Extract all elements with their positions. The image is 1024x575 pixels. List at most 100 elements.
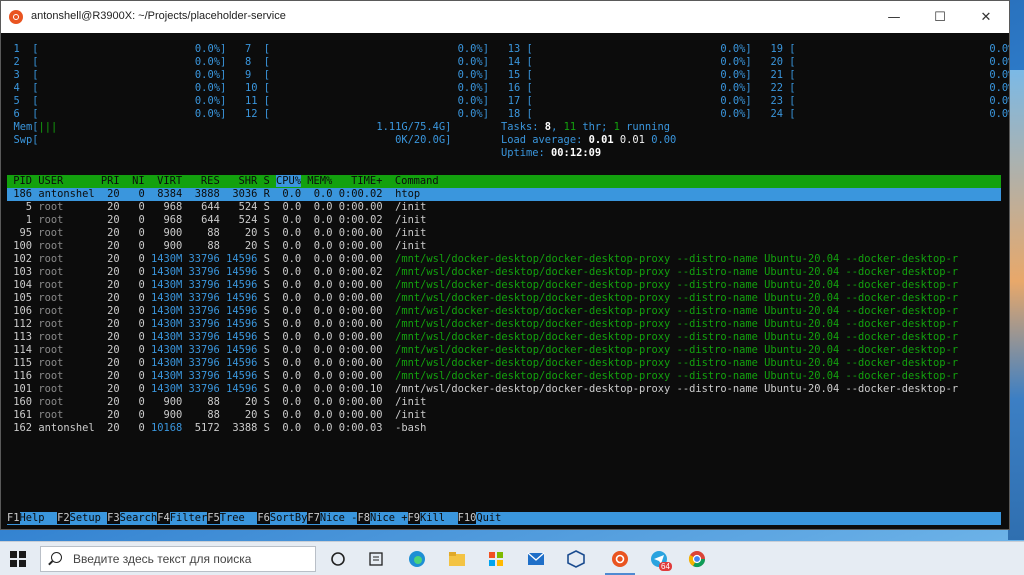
process-row[interactable]: 1 root 20 0 968 644 524 S 0.0 0.0 0:00.0…	[7, 214, 427, 227]
function-key[interactable]: F9	[407, 512, 421, 524]
tasks-sep: ,	[551, 121, 564, 133]
function-key-label[interactable]: SortBy	[270, 512, 308, 524]
process-row[interactable]: 116 root 20 0 1430M 33796 14596 S 0.0 0.…	[7, 370, 958, 383]
cpu-cell: 0.0	[282, 240, 302, 252]
process-row[interactable]: 186 antonshel 20 0 8384 3888 3036 R 0.0 …	[7, 188, 420, 201]
function-key-label[interactable]: Nice -	[320, 512, 358, 524]
edge-browser-icon[interactable]	[408, 550, 426, 568]
minimize-button[interactable]: —	[871, 1, 917, 33]
function-key[interactable]: F8	[357, 512, 370, 524]
mail-icon[interactable]	[527, 550, 545, 568]
taskbar-search[interactable]: Введите здесь текст для поиска	[40, 546, 316, 572]
function-key-label[interactable]: Filter	[170, 512, 208, 524]
shr-cell: 14596	[226, 331, 258, 343]
load-15: 0.00	[651, 134, 677, 146]
process-row[interactable]: 101 root 20 0 1430M 33796 14596 S 0.0 0.…	[7, 383, 958, 396]
task-view-icon[interactable]	[329, 550, 347, 568]
pid-cell: 161	[13, 409, 33, 421]
process-row[interactable]: 161 root 20 0 900 88 20 S 0.0 0.0 0:00.0…	[7, 409, 426, 422]
function-key[interactable]: F5	[207, 512, 220, 524]
window-title: antonshell@R3900X: ~/Projects/placeholde…	[31, 10, 286, 22]
function-key[interactable]: F7	[307, 512, 320, 524]
header-cpu-column[interactable]: CPU%	[276, 175, 302, 187]
process-row[interactable]: 115 root 20 0 1430M 33796 14596 S 0.0 0.…	[7, 357, 958, 370]
cpu-cell: 0.0	[282, 292, 302, 304]
pid-cell: 103	[13, 266, 33, 278]
function-key-label[interactable]: Search	[120, 512, 158, 524]
function-key[interactable]: F6	[257, 512, 270, 524]
process-row[interactable]: 113 root 20 0 1430M 33796 14596 S 0.0 0.…	[7, 331, 958, 344]
mem-cell: 0.0	[313, 344, 333, 356]
function-key-label[interactable]: Help	[20, 512, 58, 524]
header-columns-rest[interactable]: MEM% TIME+ Command	[301, 175, 438, 187]
function-key-label[interactable]: Quit	[476, 512, 501, 524]
function-key-label[interactable]: Setup	[70, 512, 108, 524]
function-key-label[interactable]: Nice +	[370, 512, 408, 524]
res-cell: 33796	[188, 266, 220, 278]
user-cell: root	[38, 279, 64, 291]
header-columns[interactable]: PID USER PRI NI VIRT RES SHR S	[7, 175, 276, 187]
process-row[interactable]: 105 root 20 0 1430M 33796 14596 S 0.0 0.…	[7, 292, 958, 305]
process-row[interactable]: 103 root 20 0 1430M 33796 14596 S 0.0 0.…	[7, 266, 958, 279]
command-cell: /mnt/wsl/docker-desktop/docker-desktop-p…	[395, 318, 959, 330]
pri-cell: 20	[107, 227, 120, 239]
process-row[interactable]: 5 root 20 0 968 644 524 S 0.0 0.0 0:00.0…	[7, 201, 427, 214]
process-row[interactable]: 112 root 20 0 1430M 33796 14596 S 0.0 0.…	[7, 318, 958, 331]
process-row[interactable]: 102 root 20 0 1430M 33796 14596 S 0.0 0.…	[7, 253, 958, 266]
terminal-area[interactable]: 1 [ 0.0%] 7 [ 0.0%] 13 [ 0.0%] 19 [ 0.0%…	[1, 33, 1009, 529]
time-cell: 0:00.03	[338, 422, 383, 434]
title-bar[interactable]: antonshell@R3900X: ~/Projects/placeholde…	[1, 1, 1009, 33]
file-explorer-icon[interactable]	[448, 550, 466, 568]
process-row[interactable]: 114 root 20 0 1430M 33796 14596 S 0.0 0.…	[7, 344, 958, 357]
pri-cell: 20	[107, 266, 120, 278]
user-cell: root	[38, 318, 64, 330]
maximize-button[interactable]: ☐	[917, 1, 963, 33]
search-placeholder[interactable]: Введите здесь текст для поиска	[73, 552, 251, 566]
start-button[interactable]	[10, 551, 26, 567]
process-row[interactable]: 162 antonshel 20 0 10168 5172 3388 S 0.0…	[7, 422, 426, 435]
function-key[interactable]: F1	[7, 512, 20, 524]
terminal-window[interactable]: antonshell@R3900X: ~/Projects/placeholde…	[0, 0, 1010, 530]
command-cell: -bash	[395, 422, 427, 434]
widgets-icon[interactable]	[367, 550, 385, 568]
swp-value: 0K/20.0G]	[38, 134, 452, 146]
process-row[interactable]: 160 root 20 0 900 88 20 S 0.0 0.0 0:00.0…	[7, 396, 426, 409]
function-key[interactable]: F10	[457, 512, 477, 524]
ubuntu-taskbar-icon[interactable]	[611, 550, 629, 568]
virt-cell: 968	[163, 214, 183, 226]
cpu-meter-row: 3 [ 0.0%] 9 [ 0.0%] 15 [ 0.0%] 21 [ 0.0%…	[1, 69, 1010, 81]
process-table-header[interactable]: PID USER PRI NI VIRT RES SHR S CPU% MEM%…	[7, 175, 439, 188]
cpu-cell: 0.0	[282, 214, 302, 226]
function-key-label[interactable]: Tree	[220, 512, 258, 524]
function-key-label[interactable]: Kill	[420, 512, 458, 524]
close-button[interactable]: ✕	[963, 1, 1009, 33]
mem-cell: 0.0	[313, 227, 333, 239]
pid-cell: 162	[13, 422, 33, 434]
process-row[interactable]: 100 root 20 0 900 88 20 S 0.0 0.0 0:00.0…	[7, 240, 426, 253]
time-cell: 0:00.00	[338, 201, 383, 213]
function-key[interactable]: F3	[107, 512, 120, 524]
function-key[interactable]: F2	[57, 512, 70, 524]
shr-cell: 14596	[226, 357, 258, 369]
pid-cell: 105	[13, 292, 33, 304]
virt-cell: 1430M	[150, 383, 183, 395]
shr-cell: 14596	[226, 318, 258, 330]
swp-label: Swp[	[1, 134, 39, 146]
function-key-footer[interactable]: F1Help F2Setup F3SearchF4FilterF5Tree F6…	[7, 512, 501, 525]
mem-meter: Mem[||| 1.11G/75.4G]	[1, 121, 452, 134]
process-row[interactable]: 104 root 20 0 1430M 33796 14596 S 0.0 0.…	[7, 279, 958, 292]
process-row[interactable]: 106 root 20 0 1430M 33796 14596 S 0.0 0.…	[7, 305, 958, 318]
virtualbox-icon[interactable]	[567, 550, 585, 568]
virt-cell: 900	[163, 409, 183, 421]
store-icon[interactable]	[487, 550, 505, 568]
mem-cell: 0.0	[313, 370, 333, 382]
mem-cell: 0.0	[313, 422, 333, 434]
chrome-icon[interactable]	[688, 550, 706, 568]
process-row[interactable]: 95 root 20 0 900 88 20 S 0.0 0.0 0:00.00…	[7, 227, 427, 240]
function-key[interactable]: F4	[157, 512, 170, 524]
shr-cell: 20	[244, 396, 258, 408]
mem-cell: 0.0	[313, 240, 333, 252]
cpu-cell: 0.0	[282, 344, 302, 356]
pid-cell: 100	[13, 240, 33, 252]
search-icon	[51, 552, 62, 563]
